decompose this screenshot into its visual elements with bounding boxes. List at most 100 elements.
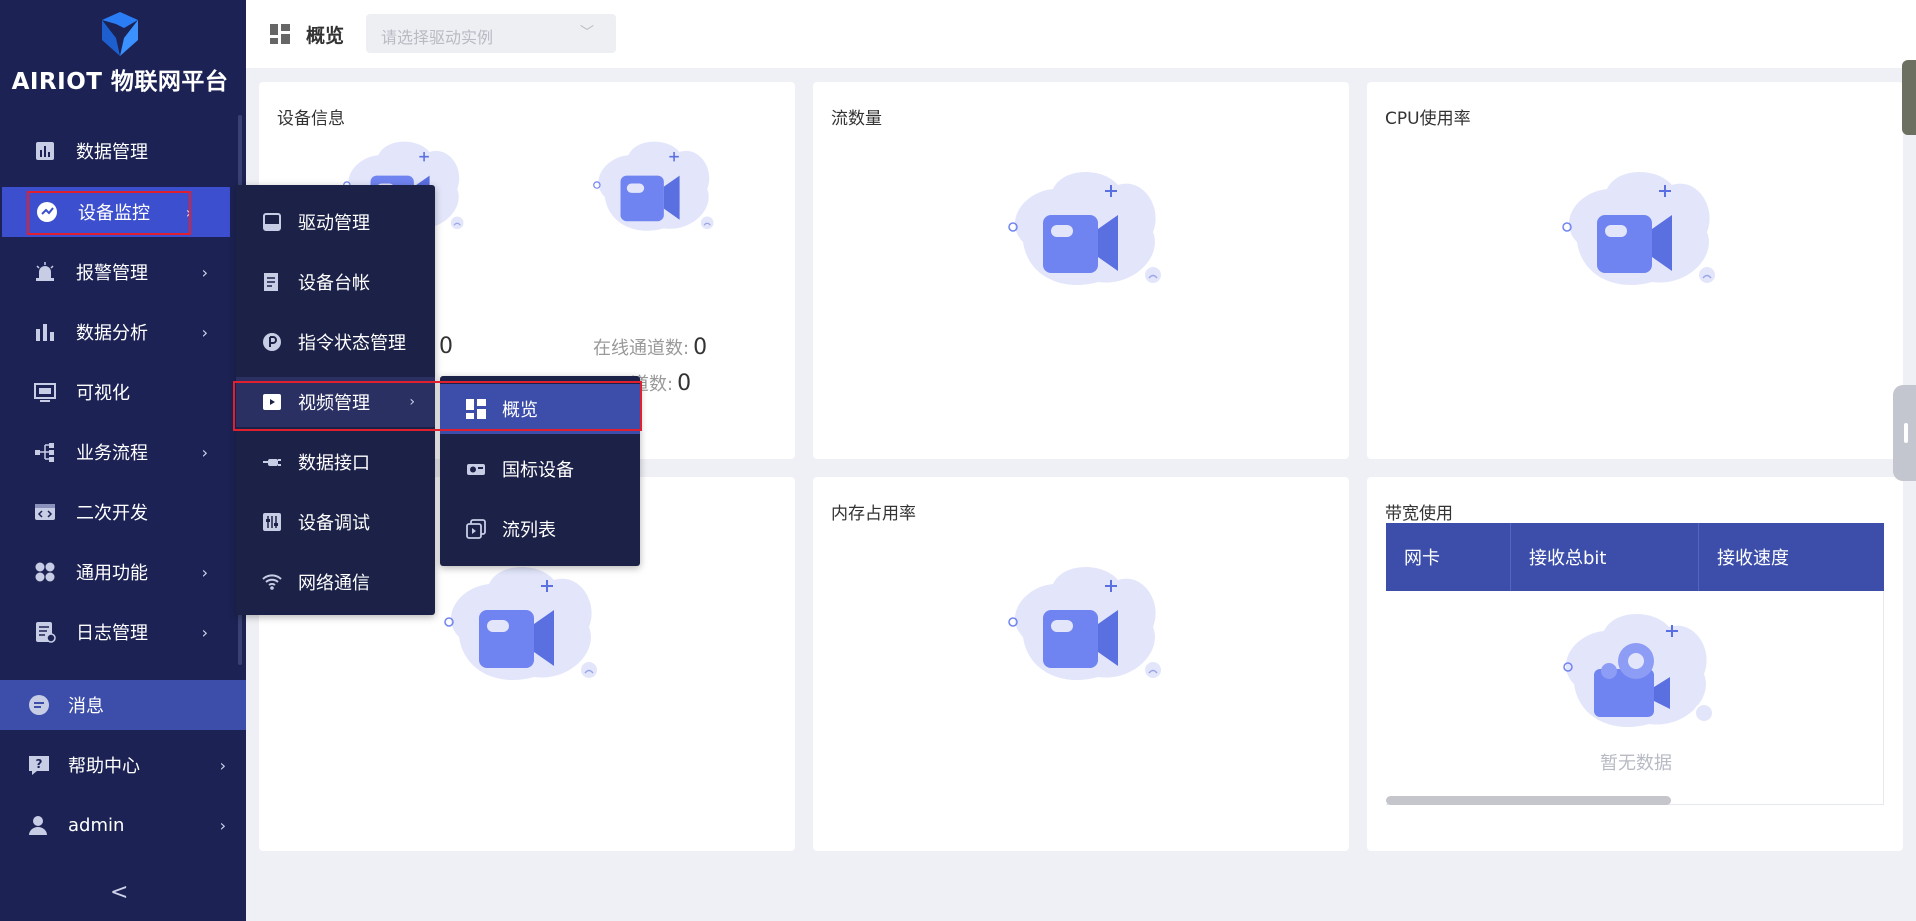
device-monitor-submenu: 驱动管理 设备台帐 指令状态管理 视频管理 › 数据接口 设备调试 网络通信 [236, 185, 435, 615]
chevron-down-icon: ﹀ [580, 25, 594, 41]
stat-value: 0 [439, 334, 453, 359]
no-data-icon [1563, 613, 1714, 728]
empty-state-icon [1008, 565, 1163, 682]
sidebar-item-label: admin [68, 814, 125, 836]
select-placeholder: 请选择驱动实例 [381, 28, 494, 47]
sidebar-item-label: 可视化 [76, 383, 130, 404]
driver-icon [262, 212, 282, 232]
svg-text:?: ? [36, 757, 43, 771]
side-drawer-handle[interactable] [1893, 385, 1916, 481]
submenu-item-label: 网络通信 [298, 573, 370, 594]
sidebar-item-label: 帮助中心 [68, 756, 140, 777]
sidebar-item-data-management[interactable]: 数据管理 [0, 126, 246, 176]
submenu-item-label: 设备台帐 [298, 273, 370, 294]
sidebar: AIRIOT 物联网平台 数据管理 设备监控 › 报警管理 › 数据分析 › 可… [0, 0, 246, 921]
sidebar-item-label: 业务流程 [76, 443, 148, 464]
sidebar-item-visualization[interactable]: 可视化 [0, 367, 246, 417]
submenu-item-debug[interactable]: 设备调试 [236, 497, 435, 547]
sidebar-item-workflow[interactable]: 业务流程 › [0, 427, 246, 477]
collapse-sidebar-button[interactable]: < [110, 880, 128, 905]
chevron-right-icon: › [201, 322, 208, 342]
submenu-item-gb-device[interactable]: 国标设备 [440, 444, 640, 494]
apps-icon [34, 561, 56, 583]
camera-device-icon [466, 459, 486, 479]
sidebar-item-label: 通用功能 [76, 563, 148, 584]
empty-state-icon [1008, 170, 1163, 287]
no-data-text: 暂无数据 [1600, 753, 1672, 774]
right-edge-widget [1902, 60, 1916, 135]
submenu-item-label: 数据接口 [298, 453, 370, 474]
sidebar-item-user[interactable]: admin › [0, 800, 246, 850]
submenu-item-label: 设备调试 [298, 513, 370, 534]
user-icon [28, 814, 50, 836]
card-title: 流数量 [831, 109, 882, 129]
memory-usage-card: 内存占用率 [813, 477, 1349, 851]
chevron-right-icon: › [409, 394, 415, 410]
command-icon [262, 332, 282, 352]
sidebar-item-device-monitor[interactable]: 设备监控 › [2, 187, 230, 237]
sidebar-item-data-analysis[interactable]: 数据分析 › [0, 307, 246, 357]
bar-chart-icon [34, 140, 56, 162]
sidebar-item-label: 数据管理 [76, 142, 148, 163]
chevron-right-icon: › [201, 622, 208, 642]
submenu-item-stream-list[interactable]: 流列表 [440, 504, 640, 554]
sidebar-item-label: 消息 [68, 696, 104, 717]
help-icon: ? [28, 754, 50, 776]
plug-icon [262, 452, 282, 472]
screen-icon [34, 381, 56, 403]
submenu-item-data-interface[interactable]: 数据接口 [236, 437, 435, 487]
sidebar-item-label: 日志管理 [76, 623, 148, 644]
chevron-right-icon: › [201, 562, 208, 582]
submenu-item-overview[interactable]: 概览 [440, 384, 640, 434]
sidebar-item-help[interactable]: ? 帮助中心 › [0, 740, 246, 790]
submenu-item-label: 视频管理 [298, 393, 370, 414]
cpu-usage-card: CPU使用率 [1367, 82, 1903, 459]
chevron-right-icon: › [219, 815, 226, 835]
sidebar-item-label: 数据分析 [76, 323, 148, 344]
log-icon [34, 621, 56, 643]
submenu-item-driver[interactable]: 驱动管理 [236, 197, 435, 247]
wifi-icon [262, 572, 282, 592]
sidebar-item-common[interactable]: 通用功能 › [0, 547, 246, 597]
channels-stat: 道数: 0 [631, 371, 692, 396]
sidebar-item-messages[interactable]: 消息 [0, 680, 246, 730]
driver-instance-select[interactable]: 请选择驱动实例 ﹀ [366, 14, 616, 53]
card-title: 内存占用率 [831, 504, 916, 524]
sidebar-item-log[interactable]: 日志管理 › [0, 607, 246, 657]
card-title: 带宽使用 [1385, 504, 1453, 524]
submenu-item-label: 概览 [502, 400, 538, 421]
top-bar: 概览 请选择驱动实例 ﹀ [246, 0, 1916, 68]
video-icon [262, 392, 282, 412]
page-title: 概览 [306, 25, 345, 47]
table-horizontal-scrollbar[interactable] [1386, 796, 1671, 805]
dashboard-icon [270, 24, 290, 44]
column-header[interactable]: 接收速度 [1699, 523, 1884, 591]
video-management-submenu: 概览 国标设备 流列表 [440, 376, 640, 566]
code-icon [34, 501, 56, 523]
sidebar-item-dev[interactable]: 二次开发 [0, 487, 246, 537]
empty-state-icon [592, 140, 716, 232]
app-title: AIRIOT 物联网平台 [11, 69, 229, 95]
submenu-item-label: 驱动管理 [298, 213, 370, 234]
airiot-logo-icon [102, 12, 138, 56]
submenu-item-command[interactable]: 指令状态管理 [236, 317, 435, 367]
alarm-icon [34, 261, 56, 283]
chevron-right-icon: › [185, 202, 192, 222]
chevron-right-icon: › [219, 755, 226, 775]
empty-state-icon [1562, 170, 1717, 287]
column-header[interactable]: 网卡 [1386, 523, 1511, 591]
submenu-item-label: 国标设备 [502, 460, 574, 481]
card-title: 设备信息 [277, 109, 345, 129]
analysis-icon [34, 321, 56, 343]
sidebar-item-label: 设备监控 [78, 203, 150, 224]
submenu-item-network[interactable]: 网络通信 [236, 557, 435, 607]
empty-state-icon [444, 565, 599, 682]
submenu-item-video[interactable]: 视频管理 › [236, 377, 435, 427]
stream-count-card: 流数量 [813, 82, 1349, 459]
flow-icon [34, 441, 56, 463]
sidebar-item-alarm[interactable]: 报警管理 › [0, 247, 246, 297]
gauge-icon [36, 201, 58, 223]
sidebar-item-label: 二次开发 [76, 503, 148, 524]
column-header[interactable]: 接收总bit [1511, 523, 1699, 591]
submenu-item-ledger[interactable]: 设备台帐 [236, 257, 435, 307]
